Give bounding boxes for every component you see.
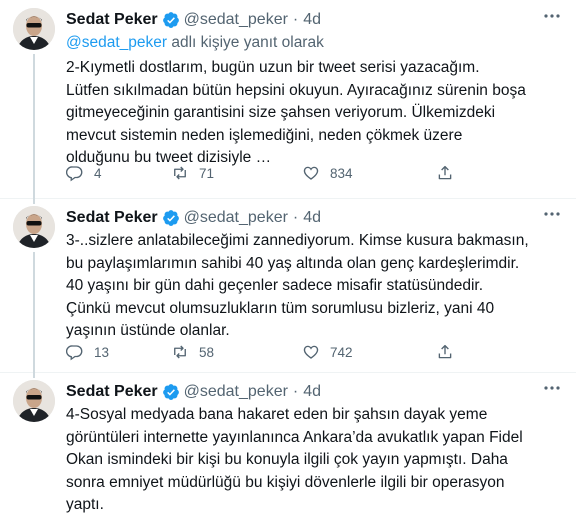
retweet-count: 71 (199, 165, 215, 181)
reply-context: @sedat_peker adlı kişiye yanıt olarak (66, 34, 324, 52)
like-button[interactable]: 834 (302, 164, 353, 182)
tweet-header: Sedat Peker @sedat_peker · 4d (66, 381, 556, 403)
avatar[interactable] (13, 8, 55, 50)
retweet-icon (174, 166, 186, 180)
tweet-text: 3-..sizlere anlatabileceğimi zannediyoru… (66, 232, 529, 339)
thread-line (33, 54, 35, 198)
reply-count: 4 (94, 165, 102, 181)
heart-icon (303, 166, 319, 180)
share-button[interactable] (436, 343, 454, 366)
tweet-divider (0, 372, 576, 373)
retweet-button[interactable]: 71 (171, 164, 302, 182)
reply-to-link[interactable]: @sedat_peker (66, 34, 167, 51)
share-button[interactable] (436, 164, 454, 187)
reply-count: 13 (94, 344, 110, 360)
tweet-3[interactable]: Sedat Peker @sedat_peker · 4d 4-Sosyal m… (0, 372, 576, 513)
more-icon[interactable] (542, 6, 562, 30)
retweet-count: 58 (199, 344, 215, 360)
separator-dot: · (292, 11, 299, 28)
share-icon (438, 165, 452, 180)
share-icon (438, 344, 452, 359)
timestamp[interactable]: 4d (303, 11, 321, 29)
thread-line (33, 252, 35, 376)
author-name[interactable]: Sedat Peker (66, 383, 158, 401)
retweet-icon (174, 345, 186, 359)
tweet-actions: 13 58 742 (66, 343, 353, 361)
verified-badge-icon (162, 12, 179, 28)
tweet-header: Sedat Peker @sedat_peker · 4d (66, 207, 556, 229)
like-count: 742 (330, 344, 353, 360)
author-name[interactable]: Sedat Peker (66, 209, 158, 227)
reply-to-suffix: adlı kişiye yanıt olarak (167, 34, 324, 51)
timestamp[interactable]: 4d (303, 209, 321, 227)
tweet-1[interactable]: Sedat Peker @sedat_peker · 4d @sedat_pek… (0, 8, 576, 198)
tweet-divider (0, 198, 576, 199)
author-name[interactable]: Sedat Peker (66, 11, 158, 29)
author-handle[interactable]: @sedat_peker (184, 11, 288, 29)
verified-badge-icon (162, 210, 179, 226)
tweet-text: 2-Kıymetli dostlarım, bugün uzun bir twe… (66, 59, 526, 166)
like-button[interactable]: 742 (302, 343, 353, 361)
timestamp[interactable]: 4d (303, 383, 321, 401)
reply-button[interactable]: 13 (66, 343, 171, 361)
thread-line (33, 198, 35, 204)
retweet-button[interactable]: 58 (171, 343, 302, 361)
verified-badge-icon (162, 384, 179, 400)
author-handle[interactable]: @sedat_peker (184, 383, 288, 401)
separator-dot: · (292, 383, 299, 400)
thread-line (33, 372, 35, 378)
tweet-thread: Sedat Peker @sedat_peker · 4d @sedat_pek… (0, 0, 576, 513)
tweet-actions: 4 71 834 (66, 164, 353, 182)
separator-dot: · (292, 209, 299, 226)
more-icon[interactable] (542, 204, 562, 228)
reply-button[interactable]: 4 (66, 164, 171, 182)
tweet-2[interactable]: Sedat Peker @sedat_peker · 4d 3-..sizler… (0, 198, 576, 376)
author-handle[interactable]: @sedat_peker (184, 209, 288, 227)
heart-icon (303, 345, 319, 359)
more-icon[interactable] (542, 378, 562, 402)
reply-icon (66, 345, 83, 361)
tweet-header: Sedat Peker @sedat_peker · 4d (66, 9, 556, 31)
avatar[interactable] (13, 380, 55, 422)
like-count: 834 (330, 165, 353, 181)
tweet-text: 4-Sosyal medyada bana hakaret eden bir ş… (66, 406, 523, 513)
reply-icon (66, 166, 83, 182)
avatar[interactable] (13, 206, 55, 248)
